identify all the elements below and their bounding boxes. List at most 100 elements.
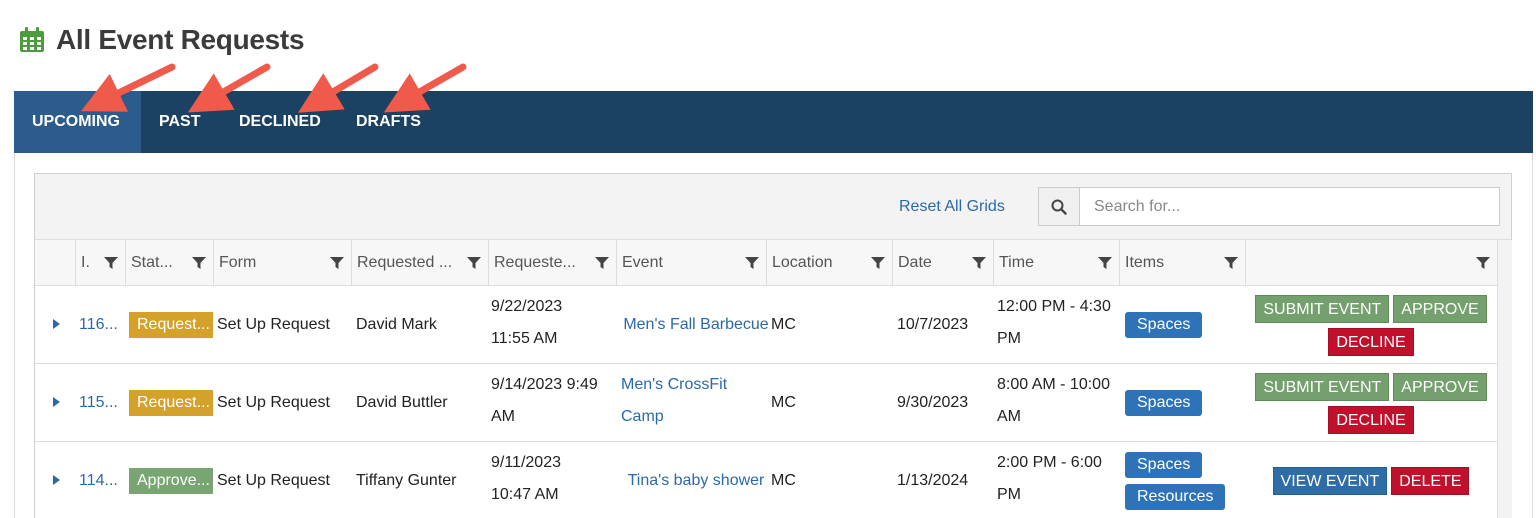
decline-button[interactable]: DECLINE <box>1328 405 1414 434</box>
column-header-label: I. <box>81 254 90 271</box>
event-link[interactable]: Tina's baby shower <box>628 465 765 497</box>
event-cell: Men's Fall Barbecue <box>621 286 771 364</box>
event-cell: Men's CrossFit Camp <box>621 364 771 442</box>
filter-icon[interactable] <box>467 256 481 270</box>
filter-icon[interactable] <box>1098 256 1112 270</box>
column-header-label: Form <box>219 254 257 271</box>
event-cell: Tina's baby shower <box>621 442 771 518</box>
filter-icon[interactable] <box>104 256 118 270</box>
item-badge-spaces[interactable]: Spaces <box>1125 390 1203 416</box>
expand-row-icon[interactable] <box>53 475 60 485</box>
event-link[interactable]: Men's Fall Barbecue <box>623 309 768 341</box>
column-header-event[interactable]: Event <box>616 240 766 286</box>
items-cell: Spaces <box>1125 286 1251 364</box>
column-header-label: Event <box>622 254 663 271</box>
requested-on-line: 10:47 AM <box>491 486 559 503</box>
expand-row-icon[interactable] <box>53 319 60 329</box>
column-header-location[interactable]: Location <box>766 240 892 286</box>
calendar-icon <box>20 27 44 52</box>
requested-on-line: 9/11/2023 <box>491 454 561 471</box>
column-header-label: Time <box>999 254 1034 271</box>
approve-button[interactable]: APPROVE <box>1393 294 1487 323</box>
filter-icon[interactable] <box>330 256 344 270</box>
status-cell: Approve... <box>129 442 217 518</box>
filter-icon[interactable] <box>192 256 206 270</box>
date-cell: 10/7/2023 <box>897 316 969 333</box>
status-cell: Request... <box>129 364 217 442</box>
column-header-time[interactable]: Time <box>993 240 1119 286</box>
requested-on-cell: 9/22/2023 11:55 AM <box>491 286 619 364</box>
submit-event-button[interactable]: SUBMIT EVENT <box>1255 372 1390 401</box>
location-cell: MC <box>771 394 796 411</box>
item-badge-resources[interactable]: Resources <box>1125 484 1226 510</box>
submit-event-button[interactable]: SUBMIT EVENT <box>1255 294 1390 323</box>
event-link[interactable]: Men's CrossFit <box>621 369 727 401</box>
filter-icon[interactable] <box>1476 256 1490 270</box>
tab-drafts[interactable]: DRAFTS <box>339 91 439 153</box>
request-id-link[interactable]: 115... <box>79 364 129 442</box>
column-header-label: Requeste... <box>494 254 576 271</box>
actions-line: SUBMIT EVENT APPROVE <box>1255 372 1487 401</box>
location-cell: MC <box>771 472 796 489</box>
items-cell: Spaces Resources <box>1125 442 1251 518</box>
tab-upcoming[interactable]: UPCOMING <box>14 91 141 153</box>
filter-icon[interactable] <box>1224 256 1238 270</box>
tab-past[interactable]: PAST <box>141 91 222 153</box>
column-header-requested-on[interactable]: Requeste... <box>488 240 616 286</box>
filter-icon[interactable] <box>871 256 885 270</box>
column-header-date[interactable]: Date <box>892 240 993 286</box>
filter-icon[interactable] <box>972 256 986 270</box>
column-header-requested-by[interactable]: Requested ... <box>351 240 488 286</box>
time-cell: 8:00 AM - 10:00 AM <box>997 364 1123 442</box>
requested-by-cell: David Mark <box>356 316 437 333</box>
location-cell: MC <box>771 316 796 333</box>
actions-cell: SUBMIT EVENT APPROVE DECLINE <box>1245 364 1497 442</box>
filter-icon[interactable] <box>745 256 759 270</box>
search-icon <box>1051 199 1067 215</box>
time-cell: 2:00 PM - 6:00 PM <box>997 442 1123 518</box>
request-id-link[interactable]: 114... <box>79 442 129 518</box>
item-badge-spaces[interactable]: Spaces <box>1125 312 1203 338</box>
event-link[interactable]: Camp <box>621 401 664 433</box>
request-id-link[interactable]: 116... <box>79 286 129 364</box>
decline-button[interactable]: DECLINE <box>1328 327 1414 356</box>
filter-icon[interactable] <box>595 256 609 270</box>
time-line: 2:00 PM - 6:00 <box>997 454 1102 471</box>
status-badge: Request... <box>129 312 213 338</box>
requested-by-cell: Tiffany Gunter <box>356 472 457 489</box>
status-cell: Request... <box>129 286 217 364</box>
status-badge: Approve... <box>129 468 213 494</box>
requested-on-cell: 9/14/2023 9:49 AM <box>491 364 619 442</box>
column-header-items[interactable]: Items <box>1119 240 1245 286</box>
requested-by-cell: David Buttler <box>356 394 448 411</box>
table-row: 114... Approve... Set Up Request Tiffany Gu… <box>35 442 1497 518</box>
column-header-label: Items <box>1125 254 1165 271</box>
search-button[interactable] <box>1038 187 1080 226</box>
search-input[interactable] <box>1079 187 1500 226</box>
reset-all-grids-link[interactable]: Reset All Grids <box>899 198 1005 216</box>
table-row: 115... Request... Set Up Request David Butt… <box>35 364 1497 442</box>
approve-button[interactable]: APPROVE <box>1393 372 1487 401</box>
item-badge-spaces[interactable]: Spaces <box>1125 452 1203 478</box>
form-cell: Set Up Request <box>217 472 330 489</box>
date-cell: 1/13/2024 <box>897 472 969 489</box>
delete-button[interactable]: DELETE <box>1391 467 1470 495</box>
grid-toolbar: Reset All Grids <box>35 174 1511 240</box>
grid-header-row: I. Stat... Form Requested ... Requeste... Eve… <box>35 240 1497 286</box>
actions-line: DECLINE <box>1328 327 1414 356</box>
column-header-id[interactable]: I. <box>75 240 125 286</box>
time-line: 8:00 AM - 10:00 <box>997 376 1110 393</box>
column-header-form[interactable]: Form <box>213 240 351 286</box>
column-header-label: Date <box>898 254 932 271</box>
view-event-button[interactable]: VIEW EVENT <box>1272 467 1388 495</box>
items-cell: Spaces <box>1125 364 1251 442</box>
time-line: AM <box>997 408 1021 425</box>
expand-row-icon[interactable] <box>53 397 60 407</box>
column-header-status[interactable]: Stat... <box>125 240 213 286</box>
column-header-actions[interactable] <box>1245 240 1497 286</box>
column-header-label: Requested ... <box>357 254 453 271</box>
tab-declined[interactable]: DECLINED <box>222 91 339 153</box>
status-badge: Request... <box>129 390 213 416</box>
actions-line: DECLINE <box>1328 405 1414 434</box>
page-title: All Event Requests <box>56 24 305 55</box>
